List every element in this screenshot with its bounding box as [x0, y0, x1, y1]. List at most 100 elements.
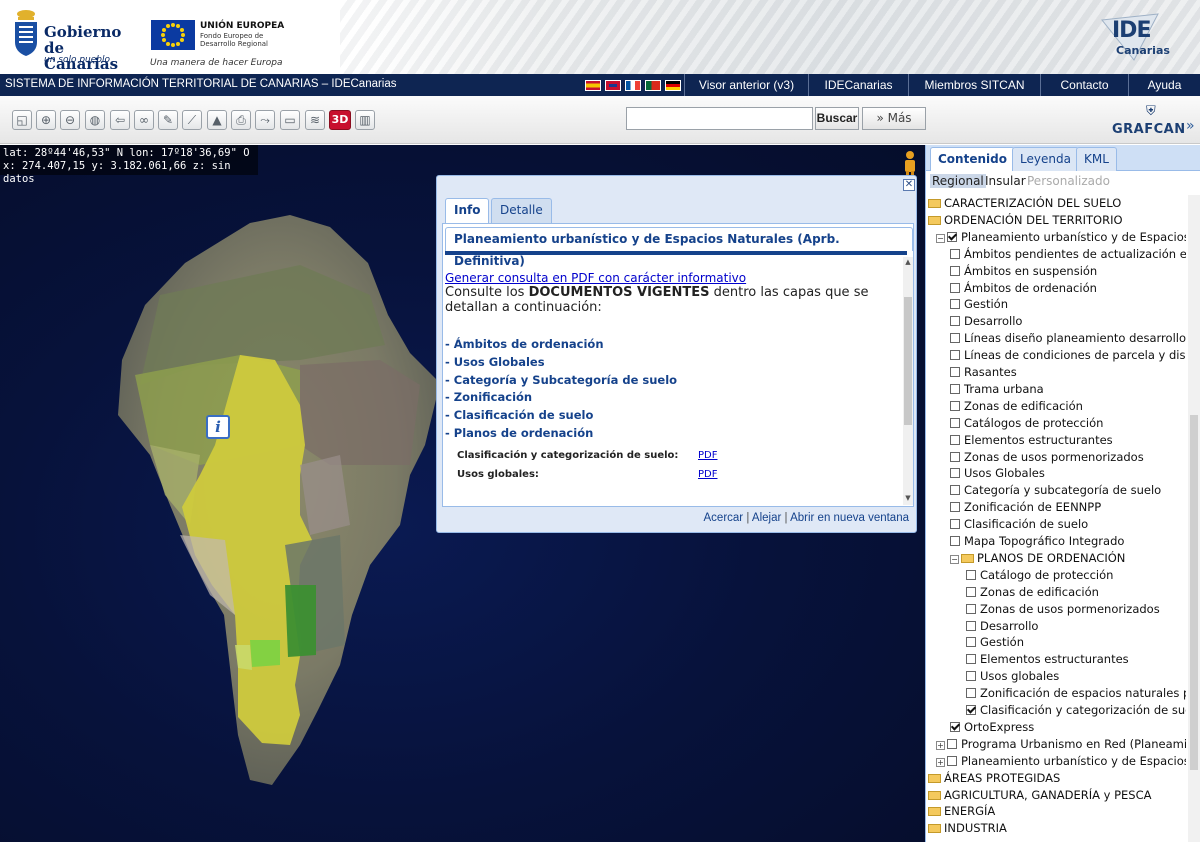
tree-node[interactable]: Zonas de usos pormenorizados [966, 601, 1160, 618]
tree-node[interactable]: Desarrollo [950, 313, 1022, 330]
tree-node[interactable]: Zonas de edificación [966, 584, 1099, 601]
generate-pdf-link[interactable]: Generar consulta en PDF con carácter inf… [445, 270, 746, 286]
tree-node[interactable]: Clasificación y categorización de suelo [966, 702, 1186, 719]
tree-scroll-thumb[interactable] [1190, 415, 1198, 770]
nav-link-idecanarias[interactable]: IDECanarias [808, 74, 908, 96]
doc-link-planos[interactable]: - Planos de ordenación [445, 425, 593, 441]
open-new-window-link[interactable]: Abrir en nueva ventana [790, 512, 909, 524]
zoom-in-icon[interactable]: ⊕ [36, 110, 56, 130]
checkbox[interactable] [950, 367, 960, 377]
link-icon[interactable]: ∞ [134, 110, 154, 130]
popup-scrollbar[interactable]: ▲ ▼ [903, 257, 913, 505]
ide-canarias-logo[interactable]: IDE Canarias [1098, 12, 1170, 62]
tree-node[interactable]: AGRICULTURA, GANADERÍA y PESCA [928, 787, 1152, 804]
tree-node[interactable]: Ámbitos pendientes de actualización en I… [950, 246, 1186, 263]
nav-link-contacto[interactable]: Contacto [1040, 74, 1128, 96]
tree-node[interactable]: ORDENACIÓN DEL TERRITORIO [928, 212, 1123, 229]
tree-node[interactable]: Zonificación de EENNPP [950, 499, 1101, 516]
tab-info[interactable]: Info [445, 198, 490, 223]
print-icon[interactable]: ⎙ [231, 110, 251, 130]
doc-link-categoria[interactable]: - Categoría y Subcategoría de suelo [445, 372, 677, 388]
tree-node[interactable]: ENERGÍA [928, 803, 995, 820]
tree-node[interactable]: + Programa Urbanismo en Red (Planeamiento… [936, 736, 1186, 753]
3d-button[interactable]: 3D [329, 110, 351, 130]
tree-node[interactable]: Ámbitos de ordenación [950, 280, 1097, 297]
tree-node[interactable]: Zonificación de espacios naturales prote… [966, 685, 1186, 702]
acercar-link[interactable]: Acercar [704, 512, 744, 524]
checkbox[interactable] [966, 688, 976, 699]
profile-icon[interactable]: ▲ [207, 110, 227, 130]
tree-node[interactable]: Catálogo de protección [966, 567, 1113, 584]
globe-icon[interactable]: ◍ [85, 110, 105, 130]
expand-icon[interactable]: + [936, 740, 945, 750]
checkbox[interactable] [950, 333, 960, 344]
checkbox[interactable] [966, 654, 976, 665]
tree-node[interactable]: Usos Globales [950, 465, 1045, 482]
flag-de-icon[interactable] [665, 80, 681, 91]
measure-icon[interactable]: ⟋ [182, 110, 202, 130]
tab-contenido[interactable]: Contenido [930, 147, 1015, 171]
checkbox-checked[interactable] [947, 231, 957, 242]
doc-link-zonificacion[interactable]: - Zonificación [445, 389, 532, 405]
checkbox[interactable] [966, 586, 976, 597]
tree-node[interactable]: Elementos estructurantes [966, 651, 1129, 668]
tab-leyenda[interactable]: Leyenda [1012, 147, 1079, 171]
tab-detalle[interactable]: Detalle [491, 198, 552, 223]
zoom-extent-icon[interactable]: ◱ [12, 110, 32, 130]
nav-link-miembros-sitcan[interactable]: Miembros SITCAN [908, 74, 1040, 96]
checkbox[interactable] [950, 383, 960, 394]
checkbox[interactable] [950, 434, 960, 445]
alejar-link[interactable]: Alejar [752, 512, 781, 524]
tree-node[interactable]: CARACTERIZACIÓN DEL SUELO [928, 195, 1121, 212]
close-icon[interactable]: ✕ [903, 179, 915, 191]
checkbox[interactable] [966, 569, 976, 580]
checkbox[interactable] [950, 316, 960, 327]
tree-node[interactable]: Líneas diseño planeamiento desarrollo [950, 330, 1186, 347]
gobierno-shield-icon[interactable] [12, 8, 40, 58]
nav-link-ayuda[interactable]: Ayuda [1128, 74, 1200, 96]
subtab-regional[interactable]: Regional [930, 174, 986, 188]
route-icon[interactable]: ⤳ [255, 110, 275, 130]
tree-node[interactable]: Líneas de condiciones de parcela y dispo… [950, 347, 1186, 364]
checkbox[interactable] [950, 299, 960, 310]
tree-node[interactable]: − Planeamiento urbanístico y de Espacios … [936, 229, 1186, 246]
checkbox[interactable] [950, 400, 960, 411]
collapse-icon[interactable]: − [936, 233, 945, 243]
nav-link-visor-anterior[interactable]: Visor anterior (v3) [684, 74, 808, 96]
checkbox[interactable] [950, 536, 960, 546]
doc-link-clasificacion[interactable]: - Clasificación de suelo [445, 407, 593, 423]
checkbox[interactable] [966, 637, 976, 648]
checkbox[interactable] [950, 485, 960, 496]
more-button[interactable]: » Más [862, 107, 926, 130]
layer-icon[interactable]: ▭ [280, 110, 300, 130]
tree-node[interactable]: Ámbitos en suspensión [950, 263, 1097, 280]
flag-es-icon[interactable] [585, 80, 601, 91]
subtab-insular[interactable]: Insular [985, 174, 1026, 188]
book-icon[interactable]: ▥ [355, 110, 375, 130]
scroll-thumb[interactable] [904, 297, 912, 425]
grafcan-logo[interactable]: ⛨ GRAFCAN » [1112, 104, 1198, 140]
search-button[interactable]: Buscar [815, 107, 859, 130]
layer-title-tab[interactable]: Planeamiento urbanístico y de Espacios N… [445, 227, 913, 268]
flag-fr-icon[interactable] [625, 80, 641, 91]
tree-node[interactable]: Elementos estructurantes [950, 432, 1113, 449]
checkbox[interactable] [950, 265, 960, 276]
subtab-personalizado[interactable]: Personalizado [1027, 174, 1110, 188]
tree-node[interactable]: Zonas de edificación [950, 398, 1083, 415]
tree-node[interactable]: Desarrollo [966, 618, 1038, 635]
flag-pt-icon[interactable] [645, 80, 661, 91]
tree-node[interactable]: Rasantes [950, 364, 1017, 381]
expand-icon[interactable]: + [936, 757, 945, 767]
checkbox[interactable] [950, 451, 960, 462]
tree-scrollbar[interactable] [1188, 195, 1200, 842]
checkbox[interactable] [950, 248, 960, 259]
tree-node[interactable]: INDUSTRIA [928, 820, 1007, 837]
flag-en-icon[interactable] [605, 80, 621, 91]
doc-link-usos-globales[interactable]: - Usos Globales [445, 354, 545, 370]
doc-link-ambitos[interactable]: - Ámbitos de ordenación [445, 336, 604, 352]
checkbox[interactable] [950, 417, 960, 428]
checkbox[interactable] [950, 502, 960, 513]
checkbox-checked[interactable] [966, 705, 976, 715]
tree-node[interactable]: Catálogos de protección [950, 415, 1103, 432]
tree-node[interactable]: ÁREAS PROTEGIDAS [928, 770, 1060, 787]
